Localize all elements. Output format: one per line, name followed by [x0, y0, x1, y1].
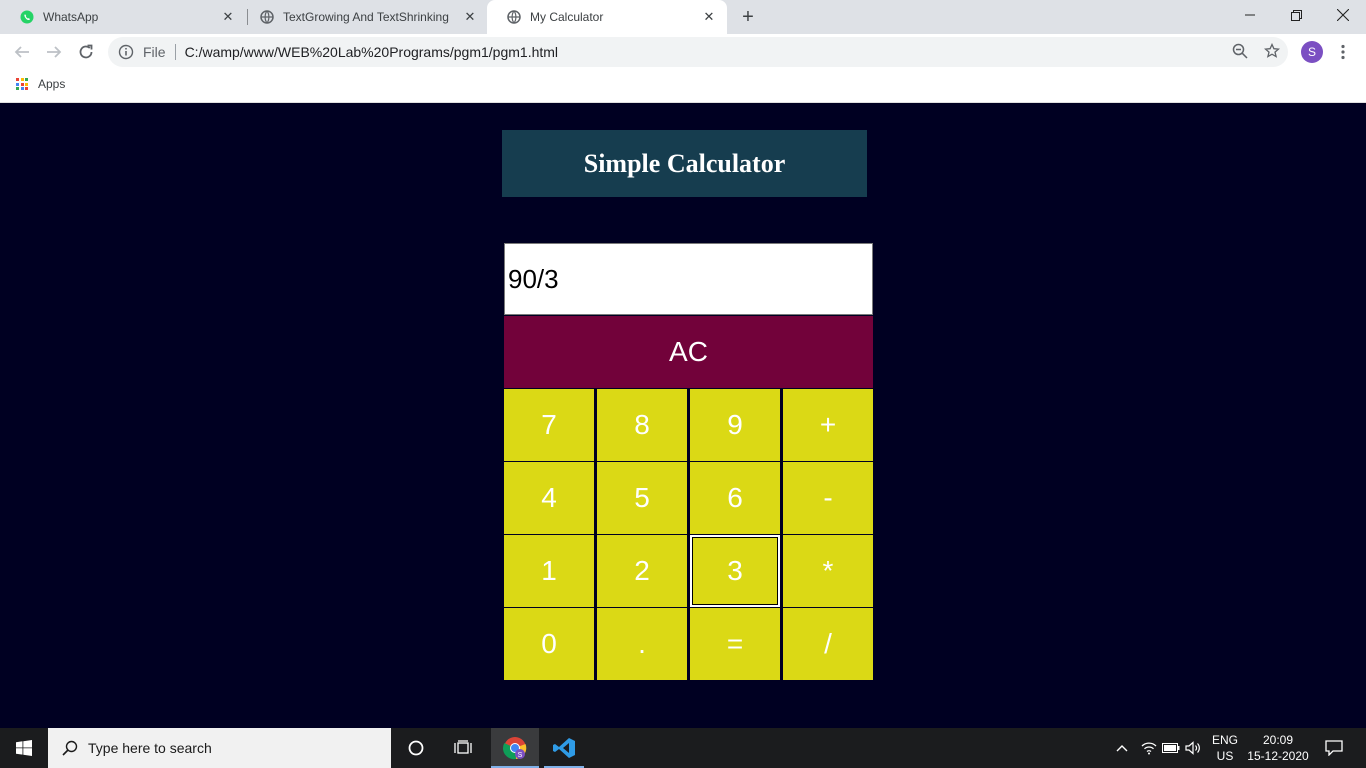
key-plus[interactable]: +: [783, 389, 873, 461]
bookmark-star-icon[interactable]: [1262, 41, 1282, 61]
search-icon: [62, 740, 78, 756]
wifi-icon[interactable]: [1138, 728, 1160, 768]
whatsapp-icon: [20, 10, 34, 24]
browser-toolbar: File C:/wamp/www/WEB%20Lab%20Programs/pg…: [0, 34, 1366, 70]
tab-whatsapp[interactable]: WhatsApp ✕: [0, 0, 246, 34]
page-title: Simple Calculator: [502, 130, 867, 197]
url-divider: [174, 44, 176, 60]
back-icon[interactable]: [10, 40, 34, 64]
calculator-display[interactable]: 90/3: [504, 243, 873, 315]
apps-shortcut[interactable]: Apps: [16, 77, 65, 91]
tab-title: WhatsApp: [43, 10, 99, 24]
cortana-icon[interactable]: [394, 728, 438, 768]
key-0[interactable]: 0: [504, 608, 594, 680]
key-multiply[interactable]: *: [783, 535, 873, 607]
key-divide[interactable]: /: [783, 608, 873, 680]
key-4[interactable]: 4: [504, 462, 594, 534]
tab-my-calculator[interactable]: My Calculator ✕: [487, 0, 727, 34]
language-indicator[interactable]: ENG US: [1206, 728, 1244, 768]
key-9[interactable]: 9: [690, 389, 780, 461]
url-text[interactable]: C:/wamp/www/WEB%20Lab%20Programs/pgm1/pg…: [185, 44, 558, 60]
region-label: US: [1216, 749, 1234, 763]
taskbar: Type here to search S ENG US 20:09 15-12…: [0, 728, 1366, 768]
windows-start-icon[interactable]: [0, 728, 48, 768]
key-3[interactable]: 3: [690, 535, 780, 607]
minimize-icon[interactable]: [1227, 0, 1273, 30]
key-1[interactable]: 1: [504, 535, 594, 607]
clock-date: 15-12-2020: [1247, 749, 1309, 763]
bookmarks-bar: Apps: [0, 70, 1366, 103]
close-tab-icon[interactable]: ✕: [220, 9, 236, 25]
clear-button[interactable]: AC: [504, 316, 873, 388]
globe-icon: [507, 10, 521, 24]
key-equals[interactable]: =: [690, 608, 780, 680]
key-8[interactable]: 8: [597, 389, 687, 461]
key-7[interactable]: 7: [504, 389, 594, 461]
key-6[interactable]: 6: [690, 462, 780, 534]
key-decimal[interactable]: .: [597, 608, 687, 680]
notification-center-icon[interactable]: [1318, 728, 1350, 768]
key-5[interactable]: 5: [597, 462, 687, 534]
address-bar[interactable]: File C:/wamp/www/WEB%20Lab%20Programs/pg…: [108, 37, 1288, 67]
volume-icon[interactable]: [1182, 728, 1204, 768]
chrome-taskbar-icon[interactable]: S: [491, 728, 539, 768]
calculator-page: Simple Calculator 90/3 AC 7 8 9 + 4 5 6 …: [0, 103, 1366, 728]
key-minus[interactable]: -: [783, 462, 873, 534]
reload-icon[interactable]: [74, 40, 98, 64]
globe-icon: [260, 10, 274, 24]
tab-title: My Calculator: [530, 10, 604, 24]
more-menu-icon[interactable]: [1333, 41, 1353, 63]
task-view-icon[interactable]: [441, 728, 485, 768]
apps-grid-icon: [16, 78, 28, 90]
info-icon[interactable]: [118, 44, 134, 60]
forward-icon[interactable]: [42, 40, 66, 64]
close-tab-icon[interactable]: ✕: [701, 9, 717, 25]
close-window-icon[interactable]: [1320, 0, 1366, 30]
tab-strip: WhatsApp ✕ TextGrowing And TextShrinking…: [0, 0, 1366, 34]
vscode-taskbar-icon[interactable]: [540, 728, 588, 768]
clock[interactable]: 20:09 15-12-2020: [1246, 728, 1310, 768]
profile-avatar[interactable]: S: [1301, 41, 1323, 63]
restore-icon[interactable]: [1273, 0, 1319, 30]
battery-icon[interactable]: [1160, 728, 1182, 768]
apps-label: Apps: [38, 77, 66, 91]
show-hidden-icons-chevron-icon[interactable]: [1112, 728, 1132, 768]
language-label: ENG: [1211, 733, 1238, 747]
tab-textgrowing[interactable]: TextGrowing And TextShrinking ✕: [240, 0, 488, 34]
svg-text:S: S: [518, 752, 523, 759]
key-2[interactable]: 2: [597, 535, 687, 607]
search-placeholder: Type here to search: [88, 740, 212, 756]
close-tab-icon[interactable]: ✕: [462, 9, 478, 25]
tab-title: TextGrowing And TextShrinking: [283, 10, 449, 24]
zoom-icon[interactable]: [1230, 41, 1250, 61]
url-scheme-label: File: [143, 44, 166, 60]
taskbar-search-box[interactable]: Type here to search: [48, 728, 391, 768]
new-tab-icon[interactable]: +: [737, 6, 759, 28]
clock-time: 20:09: [1262, 733, 1294, 747]
